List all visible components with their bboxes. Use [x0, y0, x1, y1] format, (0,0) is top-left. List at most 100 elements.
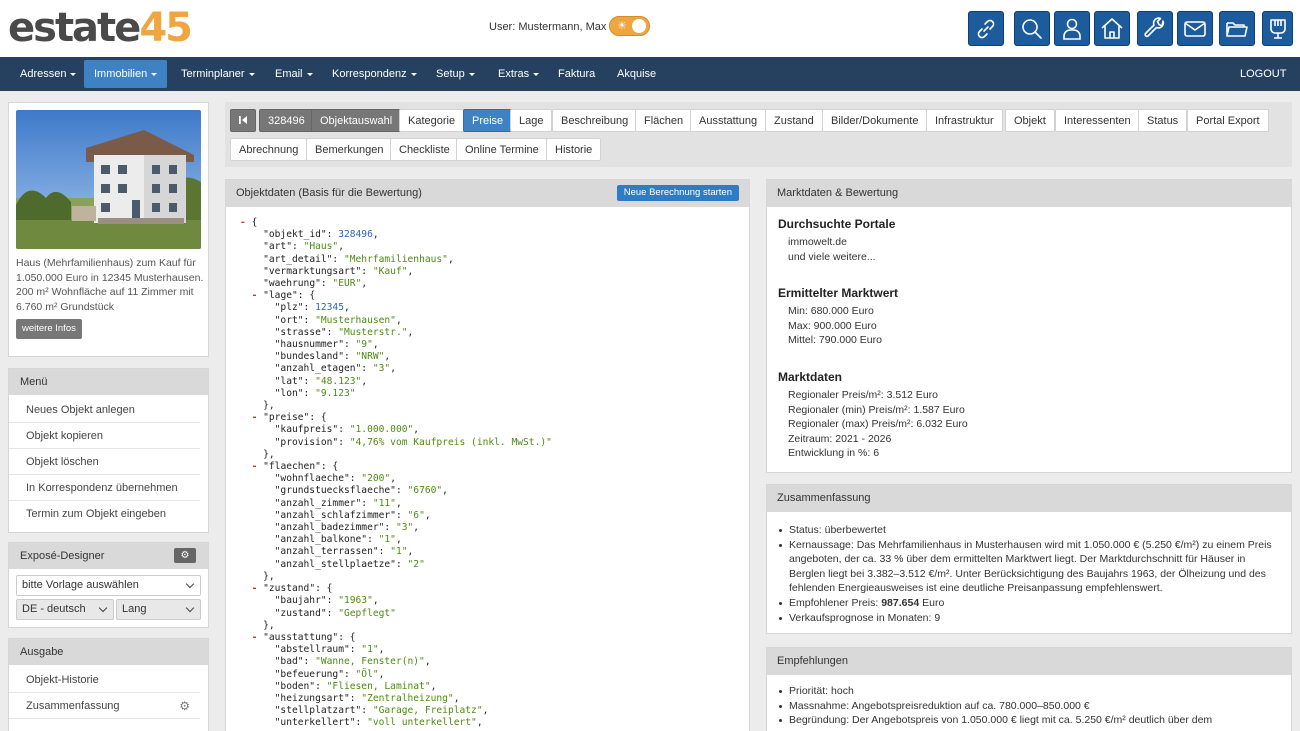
gear-icon[interactable]: ⚙ [179, 693, 190, 719]
tab-historie[interactable]: Historie [546, 138, 602, 161]
tab-ausstattung[interactable]: Ausstattung [690, 109, 767, 132]
nav-adressen[interactable]: Adressen [10, 60, 86, 88]
folder-button[interactable] [1219, 11, 1255, 46]
output-summary[interactable]: Zusammenfassung ⚙ [9, 693, 200, 719]
json-line: "objekt_id": 328496, [263, 229, 379, 241]
nav-extras[interactable]: Extras [488, 60, 549, 88]
portal-item: und viele weitere... [788, 250, 876, 263]
json-line: "provision": "4,76% vom Kaufpreis (inkl.… [274, 436, 552, 448]
object-tabs: 328496 Objektauswahl Kategorie Preise La… [225, 102, 1292, 167]
tab-beschreibung[interactable]: Beschreibung [552, 109, 638, 132]
json-line: - "flaechen": { [251, 461, 339, 473]
json-line: "abstellraum": "1", [274, 644, 385, 656]
json-line: "art_detail": "Mehrfamilienhaus", [263, 253, 454, 265]
output-object-history[interactable]: Objekt-Historie [9, 667, 200, 693]
wrench-icon [1144, 16, 1165, 37]
json-line: "ort": "Musterhausen", [274, 314, 402, 326]
tab-abrechnung[interactable]: Abrechnung [230, 138, 308, 161]
market-value-heading: Ermittelter Marktwert [778, 286, 899, 300]
recommendations-panel: Empfehlungen Priorität: hoch Massnahme: … [766, 647, 1292, 731]
more-info-button[interactable]: weitere Infos [16, 319, 82, 339]
json-line: "anzahl_stellplaetze": "2" [274, 558, 425, 570]
nav-faktura[interactable]: Faktura [548, 60, 605, 88]
summary-forecast: Verkaufsprognose in Monaten: 9 [778, 611, 1278, 626]
object-json-viewer[interactable]: - { "objekt_id": 328496, "art": "Haus", … [240, 217, 745, 730]
nav-korrespondenz[interactable]: Korrespondenz [322, 60, 427, 88]
market-data-heading: Marktdaten [778, 370, 843, 384]
tab-portal-export[interactable]: Portal Export [1187, 109, 1269, 132]
tab-flaechen[interactable]: Flächen [635, 109, 693, 132]
tab-zustand[interactable]: Zustand [765, 109, 823, 132]
nav-setup[interactable]: Setup [426, 60, 485, 88]
folder-icon [1226, 21, 1248, 37]
tab-checkliste[interactable]: Checkliste [390, 138, 459, 161]
menu-new-object[interactable]: Neues Objekt anlegen [9, 397, 200, 423]
listing-card: Haus (Mehrfamilienhaus) zum Kauf für 1.0… [8, 102, 209, 357]
json-line: "anzahl_balkone": "1", [274, 534, 402, 546]
tab-objekt[interactable]: Objekt [1005, 109, 1055, 132]
main-navigation: Adressen Immobilien Terminplaner Email K… [0, 57, 1300, 91]
tab-bilder-dokumente[interactable]: Bilder/Dokumente [822, 109, 928, 132]
settings-gear-icon[interactable]: ⚙ [174, 548, 196, 563]
template-select[interactable]: bitte Vorlage auswählen [16, 575, 201, 596]
objektdaten-title: Objektdaten (Basis für die Bewertung) [236, 187, 422, 199]
menu-delete-object[interactable]: Objekt löschen [9, 449, 200, 475]
menu-add-appointment[interactable]: Termin zum Objekt eingeben [9, 501, 200, 527]
tab-kategorie[interactable]: Kategorie [399, 109, 465, 132]
json-line: - "lage": { [251, 290, 316, 302]
market-value-mean: Mittel: 790.000 Euro [788, 334, 882, 347]
chevron-down-icon [185, 579, 195, 589]
json-line: "vermarktungsart": "Kauf", [263, 265, 414, 277]
nav-email[interactable]: Email [265, 60, 323, 88]
nav-terminplaner[interactable]: Terminplaner [171, 60, 265, 88]
json-line: "kaufpreis": "1.000.000", [274, 424, 420, 436]
summary-panel: Zusammenfassung Status: überbewertet Ker… [766, 484, 1292, 634]
tab-infrastruktur[interactable]: Infrastruktur [926, 109, 1003, 132]
estate45-logo[interactable]: estate45 [8, 6, 193, 50]
link-button[interactable] [968, 11, 1004, 46]
summary-recommended-price: Empfohlener Preis: 987.654 Euro [778, 596, 1278, 611]
mail-button[interactable] [1177, 11, 1213, 46]
json-line: "strasse": "Musterstr.", [274, 326, 414, 338]
first-page-button[interactable] [230, 109, 256, 132]
summary-title: Zusammenfassung [767, 485, 1291, 512]
tab-preise[interactable]: Preise [463, 109, 513, 132]
theme-toggle[interactable]: ☀ [609, 16, 650, 36]
property-photo[interactable] [16, 110, 201, 249]
tab-online-termine[interactable]: Online Termine [456, 138, 548, 161]
home-button[interactable] [1094, 11, 1130, 46]
current-user-label: User: Mustermann, Max [489, 21, 607, 33]
output-panel: Ausgabe Objekt-Historie Zusammenfassung ⚙ [8, 638, 209, 731]
menu-panel: Menü Neues Objekt anlegen Objekt kopiere… [8, 368, 209, 533]
tab-lage[interactable]: Lage [510, 109, 553, 132]
menu-transfer-correspondence[interactable]: In Korrespondenz übernehmen [9, 475, 200, 501]
user-button[interactable] [1054, 11, 1090, 46]
tab-status[interactable]: Status [1138, 109, 1188, 132]
tab-bemerkungen[interactable]: Bemerkungen [306, 138, 393, 161]
json-line: - "zustand": { [251, 583, 333, 595]
json-line: }, [263, 619, 275, 631]
json-line: "zustand": "Gepflegt" [274, 607, 396, 619]
length-select[interactable]: Lang [116, 599, 201, 620]
object-select-tab[interactable]: Objektauswahl [311, 109, 402, 132]
sun-icon: ☀ [617, 20, 627, 32]
tab-interessenten[interactable]: Interessenten [1055, 109, 1140, 132]
nav-immobilien[interactable]: Immobilien [84, 60, 168, 88]
language-select[interactable]: DE - deutsch [16, 599, 114, 620]
tools-button[interactable] [1137, 11, 1173, 46]
nav-akquise[interactable]: Akquise [607, 60, 666, 88]
recommendation-reason: Begründung: Der Angebotspreis von 1.050.… [778, 713, 1278, 728]
menu-copy-object[interactable]: Objekt kopieren [9, 423, 200, 449]
start-calculation-button[interactable]: Neue Berechnung starten [616, 185, 739, 201]
portals-heading: Durchsuchte Portale [778, 217, 896, 231]
json-line: "anzahl_terrassen": "1", [274, 546, 414, 558]
logout-button[interactable]: LOGOUT [1230, 60, 1296, 88]
expose-designer-panel: Exposé-Designer ⚙ bitte Vorlage auswähle… [8, 542, 209, 628]
first-page-icon [239, 116, 247, 124]
summary-status: Status: überbewertet [778, 523, 1278, 538]
recommendation-priority: Priorität: hoch [778, 684, 1278, 699]
object-id-tab[interactable]: 328496 [259, 109, 314, 132]
search-button[interactable] [1014, 11, 1050, 46]
json-line: "bad": "Wanne, Fenster(n)", [274, 656, 431, 668]
cup-button[interactable] [1262, 11, 1293, 46]
